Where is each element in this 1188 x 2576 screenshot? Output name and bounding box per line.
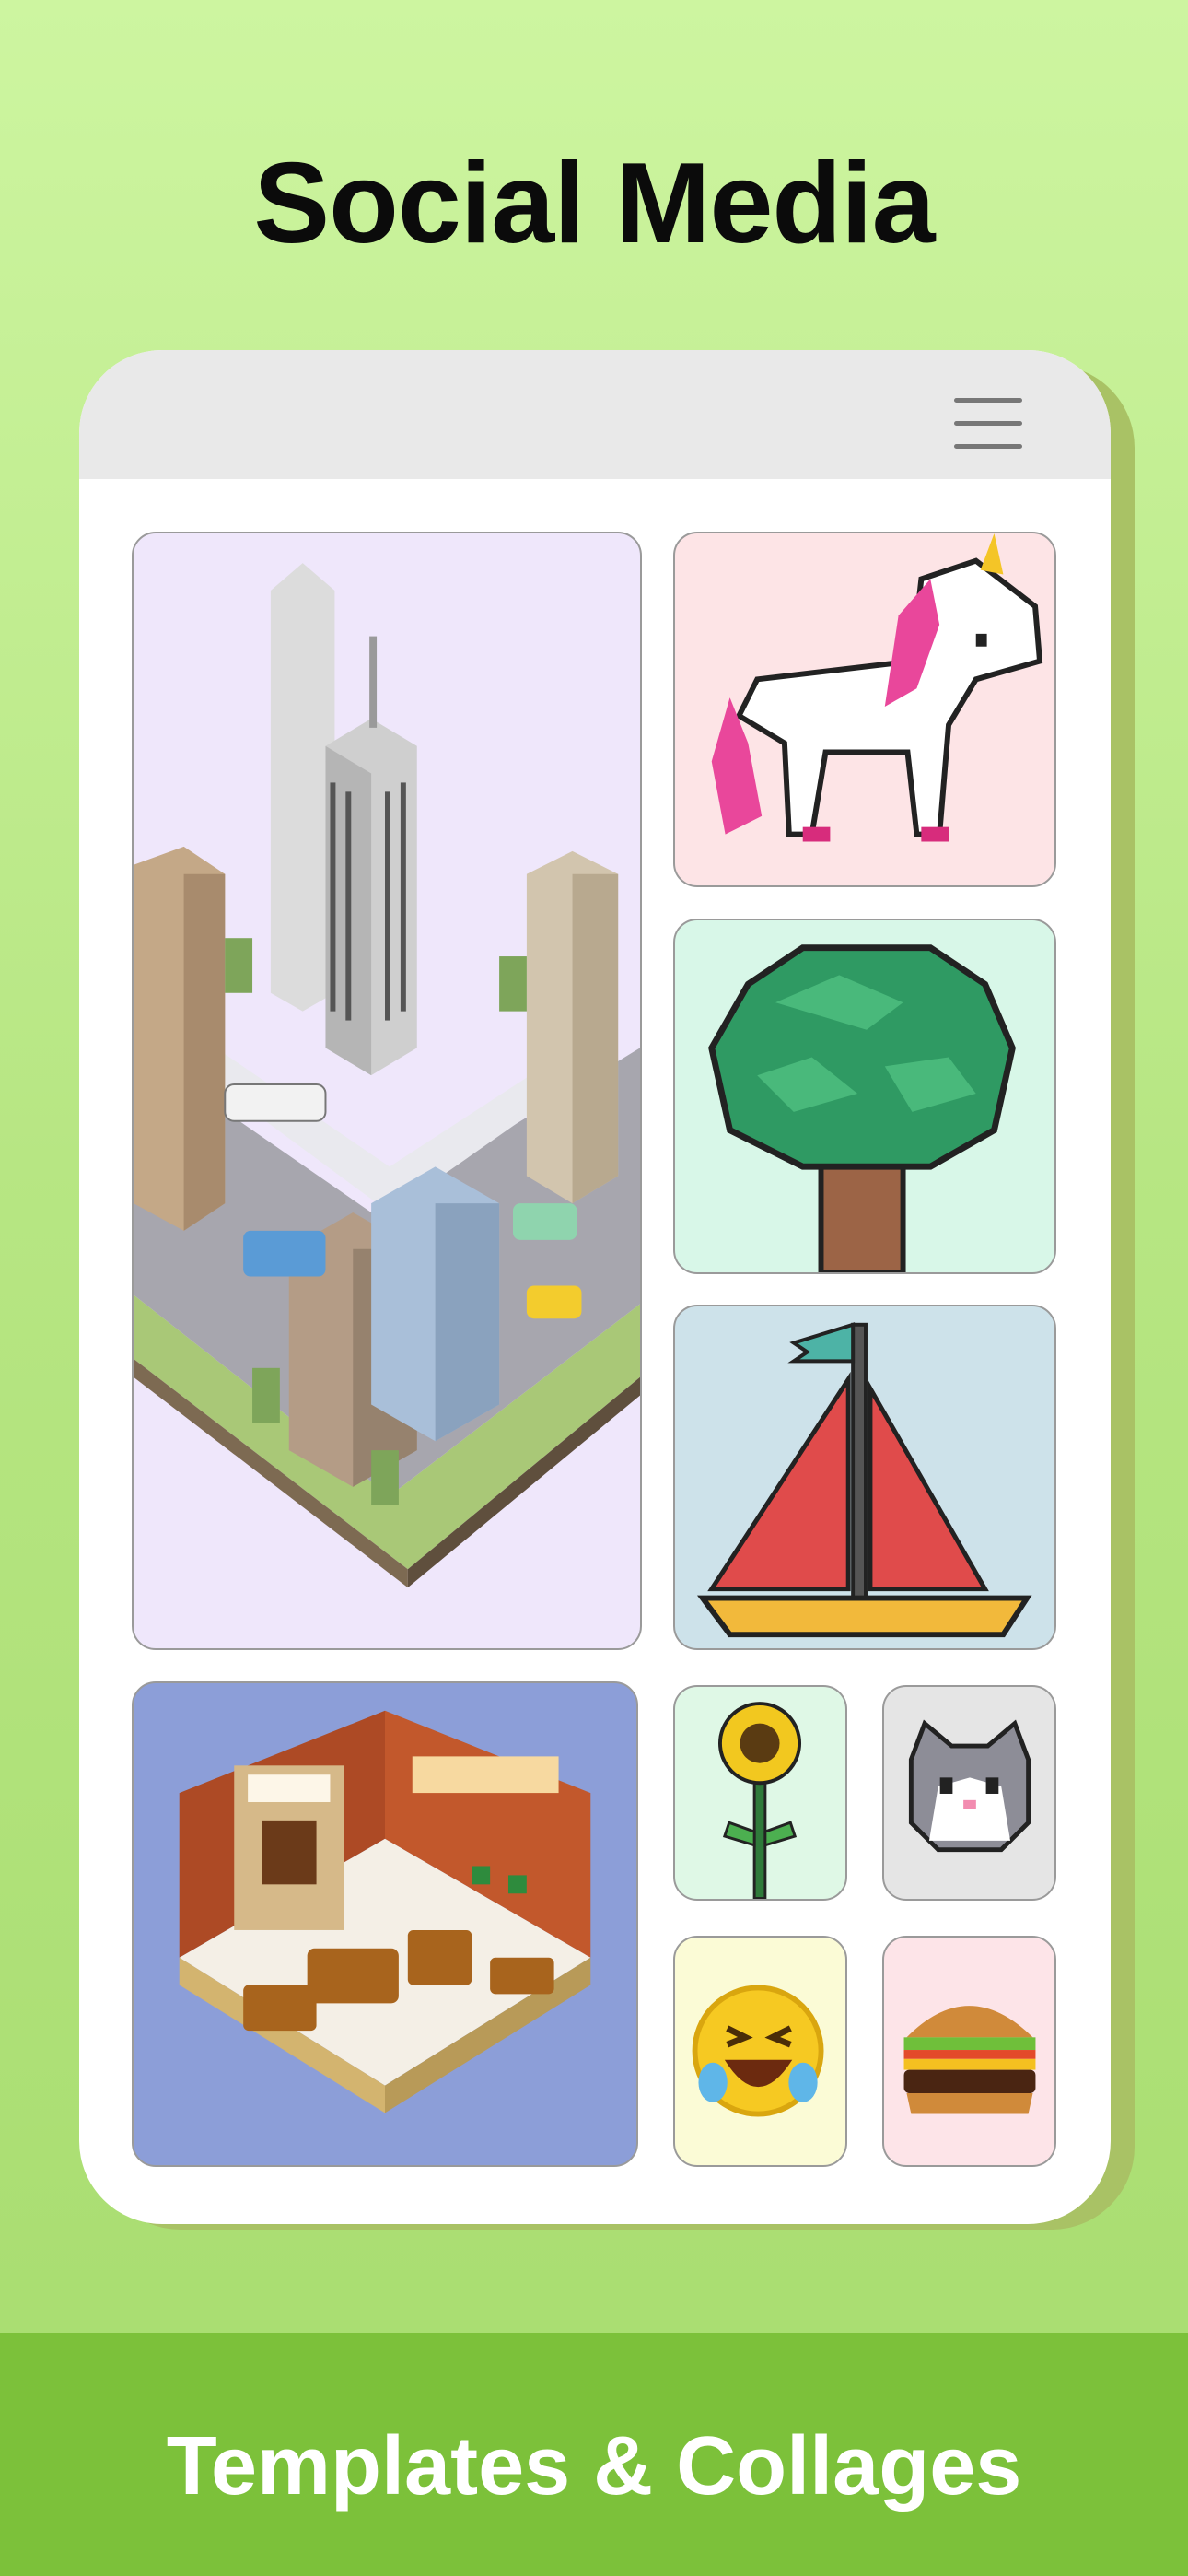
footer-title: Templates & Collages — [166, 2420, 1022, 2512]
template-card-city[interactable] — [132, 532, 642, 1650]
template-card-emoji[interactable] — [673, 1936, 847, 2167]
pixel-tree-image — [708, 944, 1016, 1272]
template-card-tree[interactable] — [673, 919, 1056, 1274]
pixel-unicorn-image — [711, 533, 1043, 842]
isometric-living-room-image — [179, 1710, 591, 2113]
template-card-cat[interactable] — [882, 1685, 1056, 1901]
template-card-sunflower[interactable] — [673, 1685, 847, 1901]
template-card-living-room[interactable] — [132, 1681, 638, 2167]
hamburger-menu-icon[interactable] — [954, 398, 1022, 450]
voxel-burger-image — [903, 2006, 1036, 2114]
pixel-sunflower-image — [717, 1702, 802, 1899]
page-title: Social Media — [253, 140, 935, 267]
template-card-burger[interactable] — [882, 1936, 1056, 2167]
template-card-sailboat[interactable] — [673, 1305, 1056, 1650]
pixel-cat-image — [908, 1719, 1031, 1853]
isometric-city-image — [134, 563, 640, 1588]
template-card-unicorn[interactable] — [673, 532, 1056, 887]
phone-top-bar — [79, 350, 1111, 479]
voxel-laughing-emoji-image — [692, 1985, 824, 2117]
pixel-sailboat-image — [696, 1322, 1032, 1638]
